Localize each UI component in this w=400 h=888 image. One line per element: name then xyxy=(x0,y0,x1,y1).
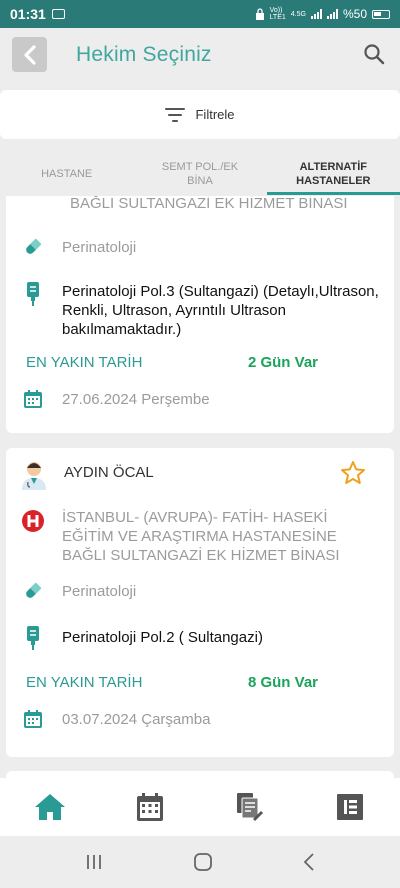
nav-calendar[interactable] xyxy=(130,787,170,827)
bottom-nav xyxy=(0,778,400,836)
department: Perinatoloji xyxy=(62,583,137,600)
hospital-name: BAĞLI SULTANGAZİ EK HİZMET BİNASI xyxy=(70,196,348,212)
status-time: 01:31 xyxy=(10,6,46,22)
lock-icon xyxy=(255,8,264,20)
battery-icon xyxy=(372,9,390,19)
tab-hospital[interactable]: HASTANE xyxy=(0,152,133,195)
recent-apps-icon[interactable] xyxy=(84,853,104,871)
favorite-star-icon[interactable] xyxy=(340,460,366,486)
nearest-date-label: EN YAKIN TARİH xyxy=(26,674,143,691)
chevron-left-icon xyxy=(23,44,36,65)
hospital-icon xyxy=(20,508,46,534)
appointment-date: 03.07.2024 Çarşamba xyxy=(62,711,211,728)
doctor-name: AYDIN ÖCAL xyxy=(64,464,154,481)
tab-bar: HASTANE SEMT POL./EK BİNA ALTERNATİF HAS… xyxy=(0,152,400,195)
back-nav-icon[interactable] xyxy=(302,852,316,872)
nav-documents[interactable] xyxy=(230,787,270,827)
battery-percent: %50 xyxy=(342,7,367,21)
doctor-list[interactable]: BAĞLI SULTANGAZİ EK HİZMET BİNASI Perina… xyxy=(0,196,400,778)
search-icon[interactable] xyxy=(362,42,386,66)
status-bar: 01:31 Vo)) LTE1 4.5G %50 xyxy=(0,0,400,28)
home-icon xyxy=(35,794,65,820)
doctor-card[interactable]: AYDIN ÖCAL İSTANBUL- (AVRUPA)- FATİH- HA… xyxy=(6,448,394,757)
doctor-avatar-icon xyxy=(20,460,48,490)
filter-icon xyxy=(165,107,186,122)
nav-list[interactable] xyxy=(330,787,370,827)
pill-icon xyxy=(20,578,46,604)
signal-icon xyxy=(310,9,322,19)
filter-button[interactable]: Filtrele xyxy=(0,90,400,139)
clinic-name: Perinatoloji Pol.3 (Sultangazi) (Detaylı… xyxy=(62,283,379,338)
days-remaining: 8 Gün Var xyxy=(247,674,318,691)
iv-drip-icon xyxy=(20,280,46,306)
doctor-card[interactable] xyxy=(6,771,394,778)
net-type: 4.5G xyxy=(290,10,306,18)
appointment-date: 27.06.2024 Perşembe xyxy=(62,391,210,408)
list-icon xyxy=(337,794,363,820)
calendar-icon xyxy=(20,386,46,412)
nearest-date-label: EN YAKIN TARİH xyxy=(26,354,143,371)
gallery-notification-icon xyxy=(51,9,65,19)
documents-icon xyxy=(237,793,263,821)
calendar-icon xyxy=(137,793,163,821)
filter-label: Filtrele xyxy=(195,107,235,122)
iv-drip-icon xyxy=(20,624,46,650)
department: Perinatoloji xyxy=(62,239,137,256)
days-remaining: 2 Gün Var xyxy=(247,354,318,371)
back-button[interactable] xyxy=(12,37,47,72)
pill-icon xyxy=(20,234,46,260)
clinic-name: Perinatoloji Pol.2 ( Sultangazi) xyxy=(62,629,263,646)
app-bar: Hekim Seçiniz xyxy=(0,28,400,82)
system-nav-bar xyxy=(0,836,400,888)
doctor-card[interactable]: BAĞLI SULTANGAZİ EK HİZMET BİNASI Perina… xyxy=(6,196,394,433)
page-title: Hekim Seçiniz xyxy=(76,43,212,66)
tab-alternative-hospitals[interactable]: ALTERNATİF HASTANELER xyxy=(266,152,400,195)
network-label: Vo)) LTE1 xyxy=(269,7,286,21)
tab-district-poly[interactable]: SEMT POL./EK BİNA xyxy=(133,152,266,195)
nav-home[interactable] xyxy=(30,787,70,827)
calendar-icon xyxy=(20,706,46,732)
signal-icon-2 xyxy=(326,9,338,19)
home-button-icon[interactable] xyxy=(193,852,213,872)
hospital-name: İSTANBUL- (AVRUPA)- FATİH- HASEKİ EĞİTİM… xyxy=(62,509,340,564)
